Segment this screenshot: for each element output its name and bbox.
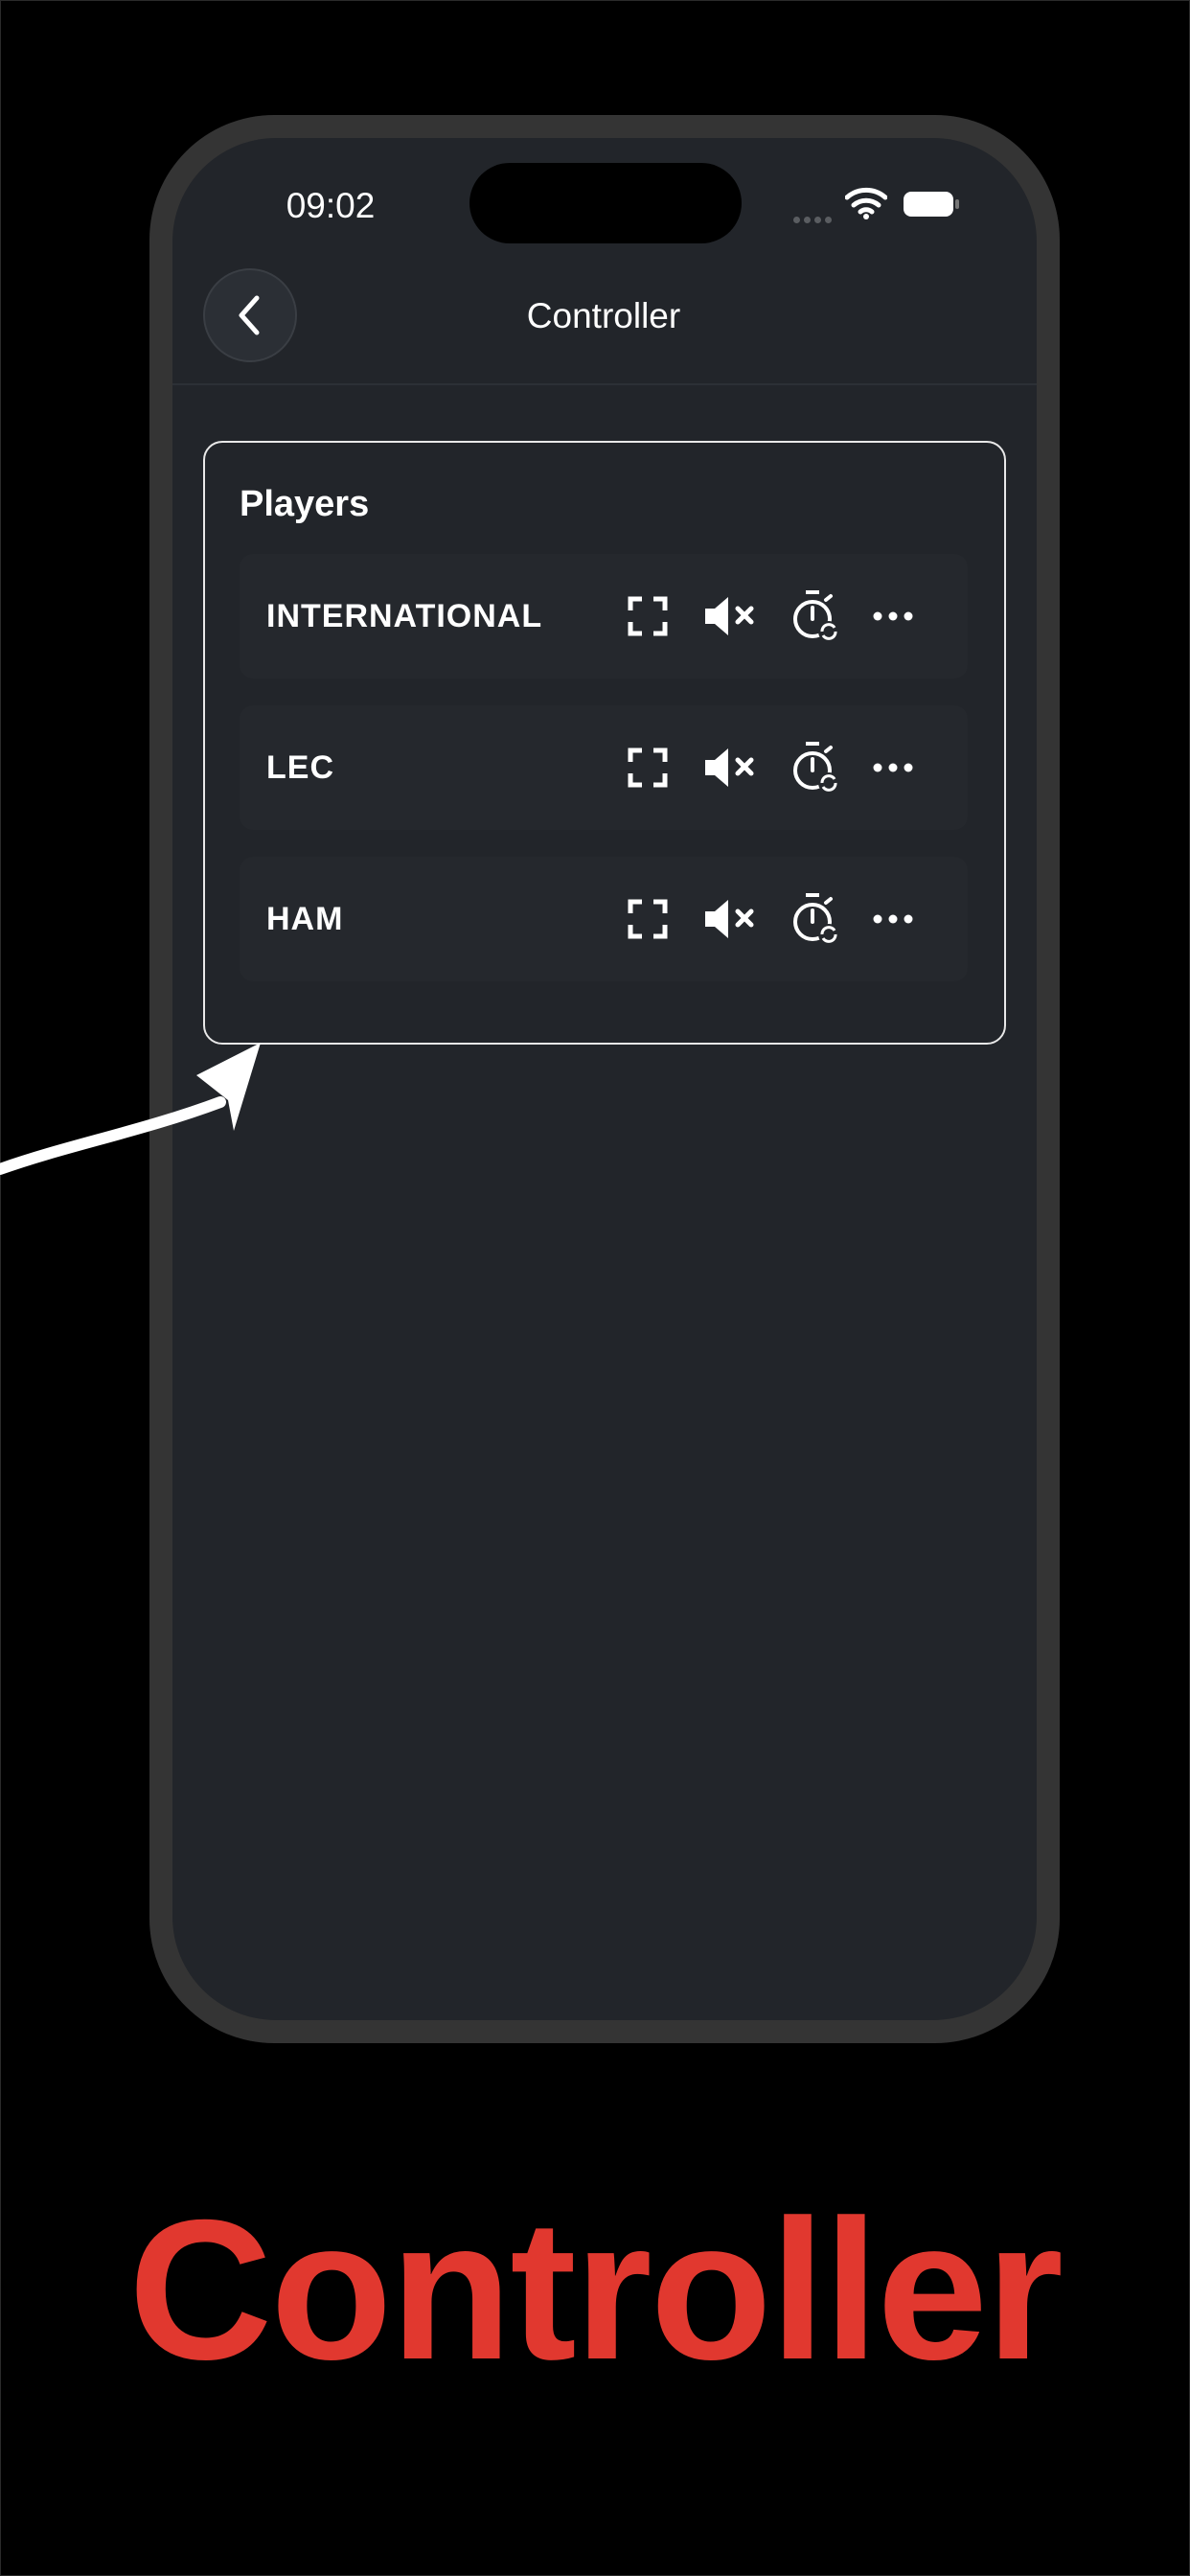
mute-button[interactable] (703, 739, 761, 796)
back-button[interactable] (203, 268, 297, 362)
header-divider (172, 383, 1037, 385)
more-button[interactable] (864, 890, 922, 948)
fullscreen-icon (628, 899, 668, 939)
player-name: LEC (266, 749, 334, 786)
mute-button[interactable] (703, 587, 761, 645)
timer-sync-icon (793, 742, 839, 794)
battery-icon (903, 190, 962, 218)
fullscreen-icon (628, 748, 668, 788)
signal-icon (793, 211, 835, 223)
player-row[interactable]: HAM (240, 857, 968, 981)
timer-sync-icon (793, 893, 839, 945)
more-button[interactable] (864, 587, 922, 645)
player-name: HAM (266, 901, 344, 937)
more-icon (873, 914, 913, 924)
fullscreen-button[interactable] (619, 739, 676, 796)
player-row[interactable]: INTERNATIONAL (240, 554, 968, 678)
fullscreen-icon (628, 596, 668, 636)
more-button[interactable] (864, 739, 922, 796)
chevron-left-icon (239, 295, 260, 335)
timer-sync-button[interactable] (788, 739, 845, 796)
player-name: INTERNATIONAL (266, 598, 543, 634)
mute-icon (705, 900, 754, 938)
feature-caption: Controller (128, 2179, 1064, 2402)
page-title: Controller (526, 296, 681, 335)
pointer-arrow-icon (0, 1035, 287, 1198)
timer-sync-button[interactable] (788, 587, 845, 645)
mute-icon (705, 748, 754, 787)
timer-sync-icon (793, 590, 839, 642)
dynamic-island (469, 163, 742, 243)
mute-button[interactable] (703, 890, 761, 948)
status-time: 09:02 (286, 186, 376, 225)
more-icon (873, 763, 913, 772)
timer-sync-button[interactable] (788, 890, 845, 948)
wifi-icon (844, 186, 888, 220)
more-icon (873, 611, 913, 621)
player-row[interactable]: LEC (240, 705, 968, 830)
players-title: Players (240, 484, 370, 524)
phone-screen (172, 138, 1037, 2020)
mute-icon (705, 597, 754, 635)
fullscreen-button[interactable] (619, 587, 676, 645)
fullscreen-button[interactable] (619, 890, 676, 948)
